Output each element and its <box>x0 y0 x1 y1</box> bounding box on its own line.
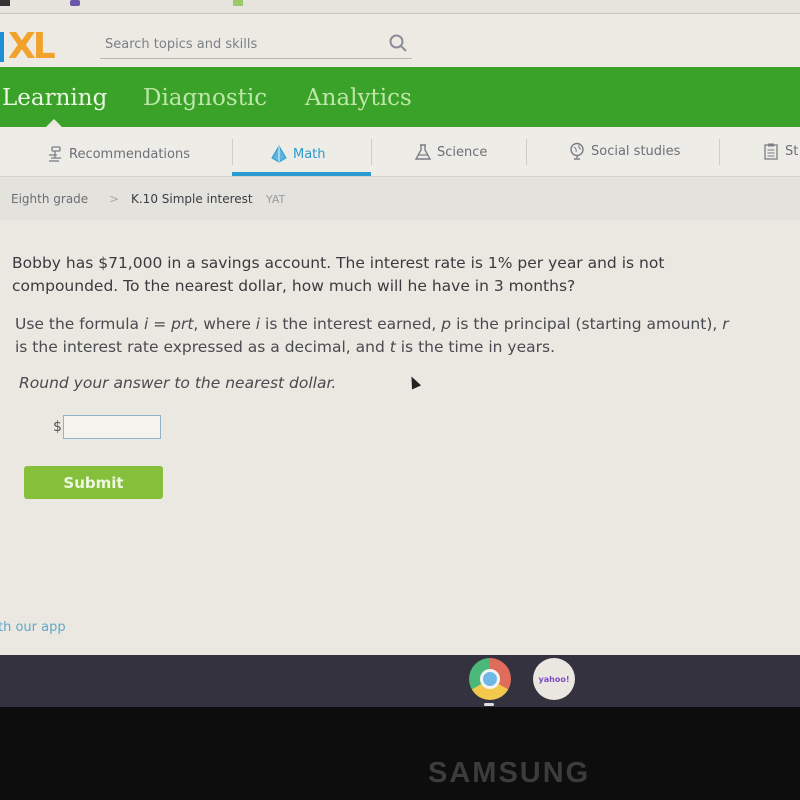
text: is the interest earned, <box>260 315 442 333</box>
text: , where <box>193 315 256 333</box>
answer-input[interactable] <box>62 415 161 439</box>
tab-label: Social studies <box>591 143 681 159</box>
ixl-logo[interactable]: XL <box>0 26 56 67</box>
browser-screen: XL Learning Diagnostic Analytics Recomme… <box>0 0 800 655</box>
bookmark-icon[interactable] <box>0 0 10 6</box>
text: is the time in years. <box>395 338 556 356</box>
bookmark-icon[interactable] <box>233 0 243 6</box>
logo-text: XL <box>8 26 56 67</box>
text: Use the formula <box>15 315 144 333</box>
var-r: r <box>722 315 729 333</box>
breadcrumb: Eighth grade > K.10 Simple interest YAT <box>0 178 800 220</box>
breadcrumb-grade[interactable]: Eighth grade <box>11 192 88 206</box>
main-nav: Learning Diagnostic Analytics <box>0 67 800 127</box>
tab-divider <box>232 139 233 165</box>
skill-code: YAT <box>266 193 286 206</box>
search-input[interactable] <box>100 31 370 57</box>
nav-diagnostic[interactable]: Diagnostic <box>143 85 267 111</box>
globe-icon <box>570 142 584 160</box>
subject-tabs: Recommendations Math Science Social stud… <box>0 127 800 177</box>
question-text: Bobby has $71,000 in a savings account. … <box>12 254 665 295</box>
text: = <box>148 315 172 333</box>
clipboard-icon <box>764 143 778 160</box>
submit-button[interactable]: Submit <box>24 466 163 499</box>
formula-line-1: Use the formula i = prt, where i is the … <box>15 313 800 336</box>
tab-science[interactable]: Science <box>414 143 487 161</box>
logo-i-bar <box>0 32 4 62</box>
chrome-icon[interactable] <box>469 658 511 700</box>
tab-label: St <box>785 143 799 159</box>
brand-logo: SAMSUNG <box>428 757 591 789</box>
var-prt: prt <box>171 315 194 333</box>
pyramid-icon <box>271 145 287 163</box>
bookmark-icon[interactable] <box>70 0 80 6</box>
question-area: Bobby has $71,000 in a savings account. … <box>12 252 800 392</box>
tab-label: Science <box>437 144 488 160</box>
tab-divider <box>526 139 527 165</box>
active-nav-indicator <box>46 119 62 127</box>
app-link[interactable]: th our app <box>0 620 66 635</box>
formula-line-2: is the interest rate expressed as a deci… <box>15 336 800 359</box>
breadcrumb-skill: K.10 Simple interest <box>131 192 253 206</box>
search-box <box>100 31 412 59</box>
bookmarks-bar <box>0 0 800 14</box>
tab-social-studies[interactable]: Social studies <box>568 142 680 160</box>
tab-divider <box>371 139 372 165</box>
dollar-prefix: $ <box>53 419 62 435</box>
yahoo-icon[interactable]: yahoo! <box>533 658 575 700</box>
formula-hint: Use the formula i = prt, where i is the … <box>15 313 800 359</box>
monitor-bezel <box>0 707 800 800</box>
tab-label: Recommendations <box>69 146 191 162</box>
tab-standards[interactable]: St <box>762 142 798 160</box>
text: is the principal (starting amount), <box>451 315 723 333</box>
search-icon[interactable] <box>388 33 408 53</box>
tab-math[interactable]: Math <box>270 145 326 163</box>
flask-icon <box>414 144 432 160</box>
recommendations-icon <box>49 146 61 162</box>
var-p: p <box>441 315 452 333</box>
running-indicator <box>484 703 494 706</box>
text: is the interest rate expressed as a deci… <box>15 338 390 356</box>
answer-row: $ <box>53 415 161 439</box>
tab-divider <box>719 139 720 165</box>
chevron-right-icon: > <box>109 192 120 206</box>
active-tab-underline <box>232 172 371 176</box>
nav-learning[interactable]: Learning <box>2 85 107 111</box>
tab-recommendations[interactable]: Recommendations <box>46 145 190 163</box>
tab-label: Math <box>293 146 326 162</box>
ixl-header: XL <box>0 15 800 67</box>
os-shelf <box>0 655 800 707</box>
nav-analytics[interactable]: Analytics <box>305 85 412 111</box>
